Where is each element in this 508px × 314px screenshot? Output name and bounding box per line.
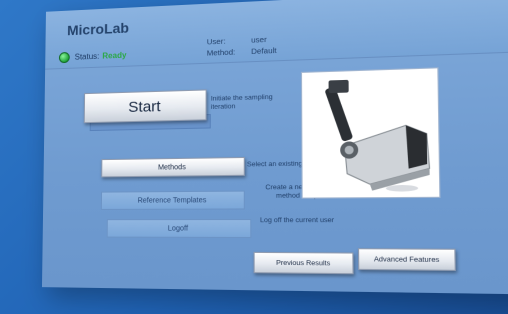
status-label: Status: bbox=[74, 51, 100, 62]
advanced-features-button[interactable]: Advanced Features bbox=[357, 248, 456, 271]
instrument-image bbox=[300, 67, 441, 199]
app-title: MicroLab bbox=[67, 19, 130, 39]
user-value: user bbox=[251, 34, 267, 45]
spectrometer-icon bbox=[302, 68, 440, 198]
method-value: Default bbox=[251, 45, 277, 57]
app-header: MicroLab Status: Ready User: user Method… bbox=[45, 0, 508, 70]
method-key: Method: bbox=[206, 47, 236, 58]
status-led-icon bbox=[58, 51, 70, 64]
start-description: Initiate the sampling iteration bbox=[210, 93, 273, 111]
previous-results-button[interactable]: Previous Results bbox=[253, 251, 354, 275]
methods-button[interactable]: Methods bbox=[101, 156, 245, 178]
screen-stage: MicroLab Status: Ready User: user Method… bbox=[0, 0, 508, 314]
logoff-button[interactable]: Logoff bbox=[106, 218, 252, 239]
status-indicator: Status: Ready bbox=[58, 50, 127, 64]
reference-templates-button[interactable]: Reference Templates bbox=[100, 190, 245, 210]
microlab-window: MicroLab Status: Ready User: user Method… bbox=[41, 0, 508, 295]
status-value: Ready bbox=[102, 50, 127, 61]
logoff-description: Log off the current user bbox=[260, 216, 335, 225]
start-button[interactable]: Start bbox=[83, 89, 207, 124]
session-info: User: user Method: Default bbox=[207, 33, 277, 58]
